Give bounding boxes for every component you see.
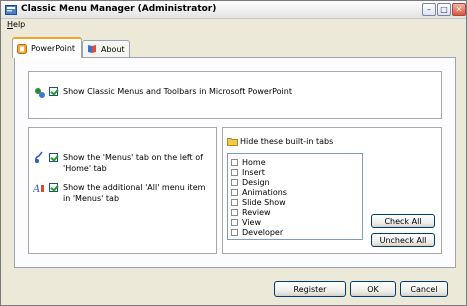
list-item-checkbox[interactable]: [231, 228, 238, 236]
menu-bar: Help: [1, 19, 466, 31]
check-all-button[interactable]: Check All: [371, 214, 435, 228]
uncheck-all-button[interactable]: Uncheck All: [371, 233, 435, 247]
tab-powerpoint-label: PowerPoint: [31, 44, 76, 53]
list-item[interactable]: View: [231, 217, 261, 227]
tab-powerpoint[interactable]: PowerPoint: [12, 37, 82, 58]
list-item-label: Design: [242, 177, 270, 187]
list-item-label: Home: [242, 157, 266, 167]
list-item[interactable]: Animations: [231, 187, 287, 197]
list-item-checkbox[interactable]: [231, 158, 238, 166]
show-menus-tab-label: Show the 'Menus' tab on the left of 'Hom…: [63, 153, 203, 173]
list-item-checkbox[interactable]: [231, 188, 238, 196]
all-menu-item-icon: A: [33, 184, 44, 194]
list-item-label: Review: [242, 207, 271, 217]
hide-tabs-list[interactable]: Home Insert Design Animations Slide Show…: [227, 153, 363, 240]
title-bar[interactable]: Classic Menu Manager (Administrator) – □…: [1, 1, 466, 19]
svg-text:A: A: [33, 184, 40, 194]
hide-tabs-heading: Hide these built-in tabs: [240, 137, 334, 146]
list-item-label: Slide Show: [242, 197, 286, 207]
maximize-button[interactable]: □: [437, 3, 451, 16]
close-button[interactable]: ✕: [452, 3, 466, 16]
show-all-item-checkbox[interactable]: [49, 183, 58, 192]
list-item[interactable]: Design: [231, 177, 270, 187]
cancel-button[interactable]: Cancel: [400, 281, 448, 297]
list-item[interactable]: Review: [231, 207, 271, 217]
app-icon: [5, 5, 17, 15]
window-title: Classic Menu Manager (Administrator): [21, 4, 217, 14]
list-item[interactable]: Slide Show: [231, 197, 286, 207]
show-classic-menus-label: Show Classic Menus and Toolbars in Micro…: [63, 87, 292, 96]
tab-about-label: About: [101, 44, 125, 54]
list-item-label: View: [242, 217, 261, 227]
menu-help[interactable]: Help: [7, 20, 25, 29]
list-item-label: Developer: [242, 227, 284, 237]
list-item-checkbox[interactable]: [231, 218, 238, 226]
show-classic-menus-checkbox[interactable]: [49, 87, 58, 96]
register-button[interactable]: Register: [274, 281, 346, 297]
app-window: Classic Menu Manager (Administrator) – □…: [0, 0, 467, 306]
powerpoint-tab-icon: [17, 43, 27, 54]
list-item[interactable]: Developer: [231, 227, 283, 237]
classic-menus-icon: [35, 88, 45, 98]
tab-about[interactable]: About: [82, 40, 130, 57]
show-menus-tab-checkbox[interactable]: [49, 153, 58, 162]
about-tab-icon: [88, 45, 96, 53]
ok-button[interactable]: OK: [350, 281, 396, 297]
folder-icon: [227, 138, 238, 146]
list-item[interactable]: Insert: [231, 167, 265, 177]
list-item-label: Animations: [242, 187, 287, 197]
list-item-label: Insert: [242, 167, 265, 177]
list-item-checkbox[interactable]: [231, 168, 238, 176]
show-all-item-label: Show the additional 'All' menu item in '…: [63, 183, 206, 203]
list-item-checkbox[interactable]: [231, 208, 238, 216]
list-item[interactable]: Home: [231, 157, 266, 167]
minimize-button[interactable]: –: [422, 3, 436, 16]
list-item-checkbox[interactable]: [231, 198, 238, 206]
list-item-checkbox[interactable]: [231, 178, 238, 186]
menus-tab-icon: [35, 151, 43, 163]
